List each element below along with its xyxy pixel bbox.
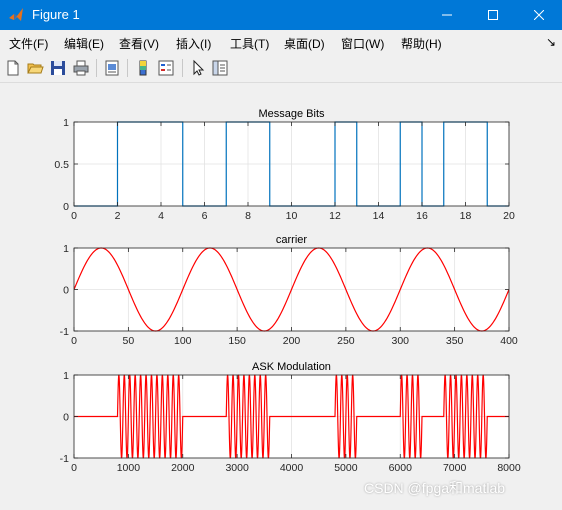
- axes-title: carrier: [276, 234, 308, 246]
- menu-help[interactable]: 帮助(H): [401, 35, 442, 52]
- y-tick-label: 0: [63, 412, 69, 424]
- x-tick-label: 8000: [497, 462, 521, 474]
- x-tick-label: 250: [337, 335, 355, 347]
- x-tick-label: 6: [202, 210, 208, 222]
- x-tick-label: 14: [373, 210, 385, 222]
- x-tick-label: 18: [460, 210, 472, 222]
- close-button[interactable]: [516, 0, 562, 30]
- y-tick-label: 1: [63, 370, 69, 382]
- axes-0: 0 2 4 6 8 10 12 14 16 18 20 0 0.5 1 Message Bits: [54, 108, 515, 222]
- save-icon[interactable]: [49, 59, 67, 77]
- x-tick-label: 4000: [280, 462, 304, 474]
- watermark: CSDN @fpga和matlab: [364, 480, 506, 496]
- x-tick-label: 7000: [443, 462, 467, 474]
- maximize-button[interactable]: [470, 0, 516, 30]
- x-tick-label: 2000: [171, 462, 195, 474]
- menu-insert[interactable]: 插入(I): [176, 35, 211, 52]
- open-folder-icon[interactable]: [26, 59, 44, 77]
- minimize-icon: [442, 14, 452, 16]
- x-tick-label: 8: [245, 210, 251, 222]
- x-tick-label: 300: [391, 335, 409, 347]
- legend-icon[interactable]: [157, 59, 175, 77]
- x-tick-label: 0: [71, 335, 77, 347]
- x-tick-label: 16: [416, 210, 428, 222]
- property-inspector-icon[interactable]: [211, 59, 229, 77]
- axes-2: 0 1000 2000 3000 4000 5000 6000 7000 8000-101ASK…: [60, 361, 521, 474]
- menu-view[interactable]: 查看(V): [119, 35, 159, 52]
- window-title: Figure 1: [32, 7, 80, 22]
- y-tick-label: 0: [63, 201, 69, 213]
- y-tick-label: 1: [63, 117, 69, 129]
- print-icon[interactable]: [72, 59, 90, 77]
- y-tick-label: 0.5: [54, 159, 69, 171]
- x-tick-label: 3000: [225, 462, 249, 474]
- x-tick-label: 350: [446, 335, 464, 347]
- menu-bar: 文件(F) 编辑(E) 查看(V) 插入(I) 工具(T) 桌面(D) 窗口(W…: [0, 30, 562, 54]
- x-tick-label: 100: [174, 335, 192, 347]
- menu-window[interactable]: 窗口(W): [341, 35, 384, 52]
- new-file-icon[interactable]: [4, 59, 22, 77]
- dock-arrow-icon[interactable]: ↘: [546, 35, 556, 49]
- x-tick-label: 4: [158, 210, 164, 222]
- x-tick-label: 50: [123, 335, 135, 347]
- y-tick-label: -1: [60, 326, 69, 338]
- x-tick-label: 150: [228, 335, 246, 347]
- x-tick-label: 20: [503, 210, 515, 222]
- title-bar: Figure 1: [0, 0, 562, 30]
- toolbar-separator: [96, 59, 97, 77]
- axes-title: Message Bits: [258, 108, 325, 120]
- menu-tools[interactable]: 工具(T): [230, 35, 269, 52]
- print-preview-icon[interactable]: [103, 59, 121, 77]
- menu-edit[interactable]: 编辑(E): [64, 35, 104, 52]
- toolbar-separator: [182, 59, 183, 77]
- y-tick-label: 1: [63, 243, 69, 255]
- figure-plots: 0 2 4 6 8 10 12 14 16 18 2000.51Message Bits0 50 100…: [54, 108, 521, 474]
- x-tick-label: 12: [329, 210, 341, 222]
- x-tick-label: 400: [500, 335, 518, 347]
- y-tick-label: -1: [60, 453, 69, 465]
- axes-1: 0 50 100 150 200 250 300 350 400-101carrier: [60, 234, 518, 347]
- menu-desktop[interactable]: 桌面(D): [284, 35, 325, 52]
- y-tick-label: 0: [63, 285, 69, 297]
- close-icon: [534, 10, 544, 20]
- x-tick-label: 1000: [117, 462, 141, 474]
- matlab-logo-icon: [9, 8, 23, 21]
- toolbar-separator: [127, 59, 128, 77]
- x-tick-label: 0: [71, 462, 77, 474]
- toolbar: [0, 54, 562, 83]
- minimize-button[interactable]: [424, 0, 470, 30]
- x-tick-label: 2: [115, 210, 121, 222]
- x-tick-label: 0: [71, 210, 77, 222]
- figure-canvas: 0 2 4 6 8 10 12 14 16 18 20 0 0.5 1 Message Bits 0 50 100…: [0, 83, 562, 505]
- axes-title: ASK Modulation: [252, 361, 331, 373]
- menu-file[interactable]: 文件(F): [9, 35, 48, 52]
- x-tick-label: 5000: [334, 462, 358, 474]
- x-tick-label: 10: [286, 210, 298, 222]
- x-tick-label: 6000: [389, 462, 413, 474]
- select-arrow-icon[interactable]: [189, 59, 207, 77]
- maximize-icon: [488, 10, 498, 20]
- colorbar-icon[interactable]: [134, 59, 152, 77]
- x-tick-label: 200: [283, 335, 301, 347]
